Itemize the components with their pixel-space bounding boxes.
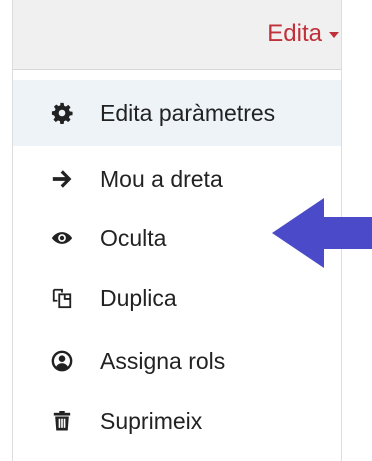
screenshot-stage: Edita Edita paràmetres Mou a dreta Ocult… [0, 0, 372, 461]
menu-item-duplicate[interactable]: Duplica [13, 265, 341, 331]
menu-item-assign-roles[interactable]: Assigna rols [13, 328, 341, 394]
header-bar: Edita [12, 0, 342, 70]
menu-item-edit-settings[interactable]: Edita paràmetres [13, 80, 341, 146]
menu-item-label: Mou a dreta [100, 166, 223, 192]
gear-icon [51, 102, 73, 124]
trash-icon [51, 410, 73, 432]
menu-item-delete[interactable]: Suprimeix [13, 388, 341, 454]
annotation-arrow-left-icon [272, 198, 372, 268]
user-circle-icon [51, 350, 73, 372]
menu-item-label: Suprimeix [100, 408, 203, 434]
menu-item-label: Oculta [100, 225, 167, 251]
edit-menu-toggle[interactable]: Edita [267, 18, 339, 50]
edit-menu-label: Edita [267, 20, 322, 47]
duplicate-icon [51, 287, 73, 309]
menu-item-label: Assigna rols [100, 348, 226, 374]
caret-down-icon [329, 32, 339, 38]
menu-item-label: Duplica [100, 285, 177, 311]
eye-icon [51, 227, 73, 249]
menu-item-label: Edita paràmetres [100, 100, 276, 126]
arrow-right-icon [51, 168, 73, 190]
